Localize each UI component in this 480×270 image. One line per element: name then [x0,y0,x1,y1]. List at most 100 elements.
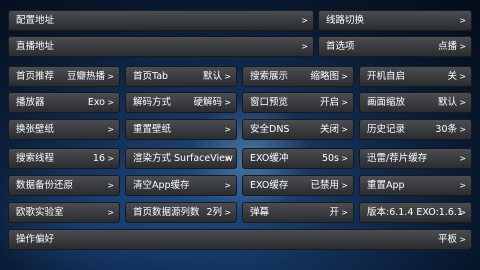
search-threads-label: 搜索线程 [16,153,55,164]
reset-app-label: 重置App [367,180,405,191]
secure-dns-button[interactable]: 安全DNS 关闭 > [242,119,354,140]
chevron-right-icon: > [341,154,348,163]
danmaku-value: 开 [329,207,339,218]
version-button[interactable]: 版本:6.1.4 EXO:1.6.1 > [359,202,472,223]
danmaku-label: 弹幕 [250,207,270,218]
chevron-right-icon: > [459,235,466,244]
thunder-cache-label: 迅雷/荐片缓存 [367,153,428,164]
reset-wallpaper-button[interactable]: 重置壁纸 > [125,119,237,140]
version-label: 版本:6.1.4 EXO:1.6.1 [367,207,463,218]
search-display-value: 缩略图 [310,71,339,82]
search-threads-button[interactable]: 搜索线程 16 > [8,148,120,169]
operation-preference-label: 操作偏好 [16,234,55,245]
chevron-right-icon: > [224,125,231,134]
settings-grid-row-1: 首页推荐 豆瓣热播 > 首页Tab 默认 > 搜索展示 缩略图 > 开机自启 关… [0,66,480,87]
chevron-right-icon: > [341,181,348,190]
home-tab-value: 默认 [202,71,222,82]
thunder-cache-button[interactable]: 迅雷/荐片缓存 > [359,148,472,169]
lab-label: 欧歌实验室 [16,207,64,218]
chevron-right-icon: > [107,72,114,81]
chevron-right-icon: > [341,72,348,81]
exo-cache-button[interactable]: EXO缓存 已禁用 > [242,175,354,196]
home-recommend-button[interactable]: 首页推荐 豆瓣热播 > [8,66,120,87]
line-switch-label: 线路切换 [326,15,365,26]
window-preview-label: 窗口预览 [250,97,289,108]
backup-restore-button[interactable]: 数据备份还原 > [8,175,120,196]
search-threads-value: 16 [92,153,105,164]
autostart-label: 开机自启 [367,71,406,82]
chevron-right-icon: > [341,98,348,107]
secure-dns-label: 安全DNS [250,124,290,135]
chevron-right-icon: > [459,154,466,163]
settings-grid-row-2: 播放器 Exo > 解码方式 硬解码 > 窗口预览 开启 > 画面缩放 默认 > [0,92,480,113]
backup-restore-label: 数据备份还原 [16,180,74,191]
live-url-label: 直播地址 [16,41,55,52]
preference-label: 首选项 [326,41,355,52]
chevron-right-icon: > [224,98,231,107]
settings-grid-row-5: 数据备份还原 > 清空App缓存 > EXO缓存 已禁用 > 重置App > [0,175,480,196]
line-switch-button[interactable]: 线路切换 > [318,10,472,31]
home-recommend-value: 豆瓣热播 [66,71,105,82]
player-button[interactable]: 播放器 Exo > [8,92,120,113]
config-url-button[interactable]: 配置地址 > [8,10,314,31]
reset-wallpaper-label: 重置壁纸 [133,124,172,135]
decode-mode-value: 硬解码 [193,97,222,108]
lab-button[interactable]: 欧歌实验室 > [8,202,120,223]
home-tab-label: 首页Tab [133,71,169,82]
settings-grid-row-3: 换张壁纸 > 重置壁纸 > 安全DNS 关闭 > 历史记录 30条 > [0,119,480,140]
home-recommend-label: 首页推荐 [16,71,55,82]
config-url-label: 配置地址 [16,15,55,26]
chevron-right-icon: > [459,42,466,51]
home-source-columns-value: 2列 [206,207,222,218]
change-wallpaper-button[interactable]: 换张壁纸 > [8,119,120,140]
history-label: 历史记录 [367,124,406,135]
chevron-right-icon: > [459,208,466,217]
chevron-right-icon: > [459,16,466,25]
operation-preference-value: 平板 [437,234,457,245]
history-button[interactable]: 历史记录 30条 > [359,119,472,140]
settings-row-1: 配置地址 > 线路切换 > [0,10,480,31]
window-preview-button[interactable]: 窗口预览 开启 > [242,92,354,113]
chevron-right-icon: > [459,125,466,134]
chevron-right-icon: > [459,98,466,107]
decode-mode-button[interactable]: 解码方式 硬解码 > [125,92,237,113]
clear-cache-button[interactable]: 清空App缓存 > [125,175,237,196]
home-source-columns-button[interactable]: 首页数据源列数 2列 > [125,202,237,223]
autostart-button[interactable]: 开机自启 关 > [359,66,472,87]
player-label: 播放器 [16,97,45,108]
player-value: Exo [87,97,105,108]
chevron-right-icon: > [107,208,114,217]
decode-mode-label: 解码方式 [133,97,172,108]
secure-dns-value: 关闭 [319,124,339,135]
render-mode-label: 渲染方式 SurfaceView [133,153,233,164]
chevron-right-icon: > [224,72,231,81]
danmaku-button[interactable]: 弹幕 开 > [242,202,354,223]
chevron-right-icon: > [107,181,114,190]
render-mode-button[interactable]: 渲染方式 SurfaceView > [125,148,237,169]
exo-buffer-label: EXO缓冲 [250,153,289,164]
operation-preference-button[interactable]: 操作偏好 平板 > [8,229,472,250]
exo-buffer-button[interactable]: EXO缓冲 50s > [242,148,354,169]
autostart-value: 关 [447,71,457,82]
exo-cache-label: EXO缓存 [250,180,289,191]
chevron-right-icon: > [107,154,114,163]
window-preview-value: 开启 [319,97,339,108]
preference-button[interactable]: 首选项 点播 > [318,36,472,57]
change-wallpaper-label: 换张壁纸 [16,124,55,135]
live-url-button[interactable]: 直播地址 > [8,36,314,57]
chevron-right-icon: > [341,125,348,134]
home-source-columns-label: 首页数据源列数 [133,207,200,218]
picture-zoom-button[interactable]: 画面缩放 默认 > [359,92,472,113]
chevron-right-icon: > [459,72,466,81]
chevron-right-icon: > [224,181,231,190]
home-tab-button[interactable]: 首页Tab 默认 > [125,66,237,87]
settings-grid-row-4: 搜索线程 16 > 渲染方式 SurfaceView > EXO缓冲 50s >… [0,148,480,169]
settings-row-bottom: 操作偏好 平板 > [0,229,480,250]
chevron-right-icon: > [459,181,466,190]
search-display-button[interactable]: 搜索展示 缩略图 > [242,66,354,87]
chevron-right-icon: > [224,208,231,217]
picture-zoom-value: 默认 [437,97,457,108]
clear-cache-label: 清空App缓存 [133,180,190,191]
reset-app-button[interactable]: 重置App > [359,175,472,196]
settings-row-2: 直播地址 > 首选项 点播 > [0,36,480,57]
